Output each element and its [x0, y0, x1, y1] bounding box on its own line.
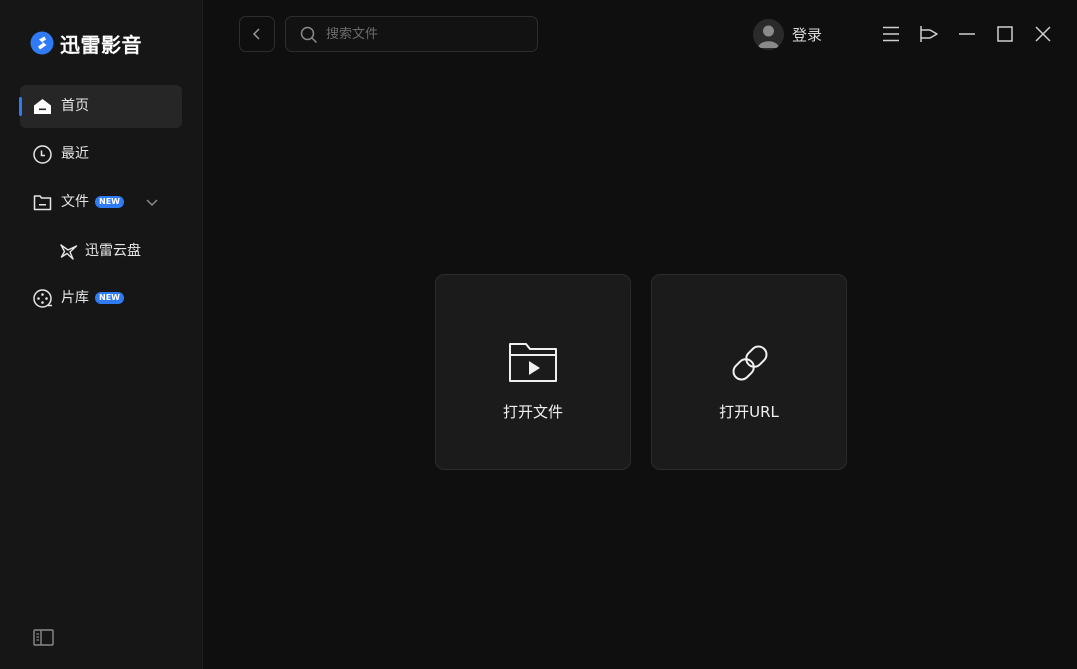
open-file-button[interactable]: 打开文件 — [435, 274, 631, 470]
search-input[interactable] — [326, 23, 526, 45]
sidebar-item-label: 文件 — [61, 194, 89, 210]
close-icon[interactable] — [1031, 22, 1055, 46]
sidebar-item-label: 片库 — [61, 290, 89, 306]
clock-icon — [33, 145, 52, 164]
folder-icon — [33, 195, 52, 211]
chevron-down-icon[interactable] — [144, 194, 160, 210]
login-button[interactable]: 登录 — [753, 18, 822, 50]
maximize-icon[interactable] — [993, 22, 1017, 46]
search-box — [285, 16, 538, 52]
folder-play-icon — [509, 343, 557, 382]
sidebar-item-library[interactable]: 片库 NEW — [20, 277, 182, 320]
open-file-label: 打开文件 — [502, 403, 563, 421]
sidebar-item-cloud-drive[interactable]: 迅雷云盘 — [56, 230, 182, 273]
xunlei-logo-icon — [30, 31, 54, 55]
film-reel-icon — [33, 289, 52, 308]
home-icon — [34, 99, 51, 114]
back-button[interactable] — [239, 16, 275, 52]
open-url-label: 打开URL — [719, 403, 779, 421]
cloud-drive-icon — [60, 244, 78, 260]
new-badge: NEW — [95, 292, 124, 304]
sidebar-item-files[interactable]: 文件 NEW — [20, 181, 182, 224]
sidebar: 迅雷影音 首页 最近 文件 NEW 迅雷云盘 片库 NEW — [0, 0, 203, 669]
app-logo: 迅雷影音 — [30, 30, 142, 57]
open-url-button[interactable]: 打开URL — [651, 274, 847, 470]
sidebar-item-recent[interactable]: 最近 — [20, 133, 182, 176]
avatar — [753, 18, 784, 50]
user-icon — [758, 25, 779, 48]
sidebar-item-label: 最近 — [61, 146, 89, 162]
pin-icon[interactable] — [917, 22, 941, 46]
chevron-left-icon — [252, 28, 260, 40]
sidebar-item-label: 首页 — [61, 98, 89, 114]
menu-icon[interactable] — [879, 22, 903, 46]
search-icon — [300, 26, 318, 44]
sidebar-item-home[interactable]: 首页 — [19, 85, 182, 128]
new-badge: NEW — [95, 196, 124, 208]
login-label: 登录 — [792, 25, 823, 44]
minimize-icon[interactable] — [955, 22, 979, 46]
link-icon — [732, 345, 768, 381]
sidebar-item-label: 迅雷云盘 — [85, 243, 141, 259]
sidebar-toggle-icon[interactable] — [33, 628, 54, 647]
app-title: 迅雷影音 — [60, 32, 142, 57]
